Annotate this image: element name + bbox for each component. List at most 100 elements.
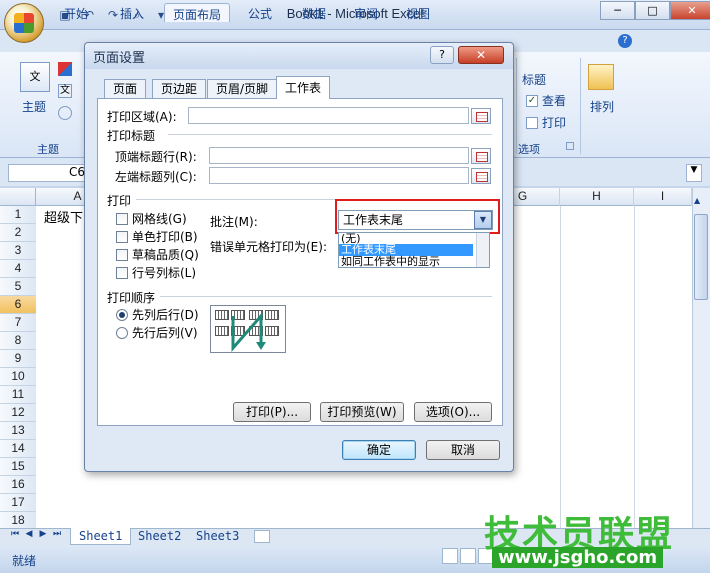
theme-colors-icon[interactable] bbox=[58, 62, 72, 76]
sheet-options-group-label: 选项 bbox=[518, 143, 540, 156]
next-sheet-icon[interactable]: ▶ bbox=[38, 529, 48, 543]
headings-print-checkbox[interactable]: 打印 bbox=[526, 114, 566, 131]
row-header[interactable]: 10 bbox=[0, 368, 36, 386]
down-then-over-radio[interactable]: 先列后行(D) bbox=[116, 306, 199, 323]
range-select-icon[interactable] bbox=[471, 148, 491, 164]
black-white-label: 单色打印(B) bbox=[132, 230, 198, 244]
headings-view-checkbox[interactable]: ✓ 查看 bbox=[526, 92, 566, 109]
tab-view[interactable]: 视图 bbox=[398, 3, 438, 22]
cancel-button[interactable]: 取消 bbox=[426, 440, 500, 460]
help-icon[interactable]: ? bbox=[618, 34, 632, 48]
headings-label: 标题 bbox=[522, 73, 547, 87]
tab-review[interactable]: 审阅 bbox=[346, 3, 386, 22]
ribbon-separator bbox=[516, 58, 517, 154]
row-header[interactable]: 8 bbox=[0, 332, 36, 350]
normal-view-icon[interactable] bbox=[442, 548, 458, 564]
dialog-help-button[interactable]: ? bbox=[430, 46, 454, 64]
tab-sheet[interactable]: 工作表 bbox=[276, 76, 331, 99]
select-all-corner[interactable] bbox=[0, 188, 36, 206]
top-rows-input[interactable] bbox=[209, 147, 469, 164]
headings-view-label: 查看 bbox=[542, 94, 567, 108]
office-logo-icon bbox=[14, 13, 34, 33]
group-divider bbox=[160, 296, 492, 297]
prev-sheet-icon[interactable]: ◀ bbox=[24, 529, 34, 543]
page-layout-view-icon[interactable] bbox=[460, 548, 476, 564]
left-cols-input[interactable] bbox=[209, 167, 469, 184]
dialog-title: 页面设置 bbox=[93, 51, 146, 66]
tab-margins[interactable]: 页边距 bbox=[152, 79, 207, 99]
headings-print-label: 打印 bbox=[542, 116, 567, 130]
group-divider bbox=[168, 134, 492, 135]
row-header[interactable]: 5 bbox=[0, 278, 36, 296]
print-preview-button[interactable]: 打印预览(W) bbox=[320, 402, 404, 422]
row-header[interactable]: 11 bbox=[0, 386, 36, 404]
first-sheet-icon[interactable]: ⏮ bbox=[10, 529, 20, 543]
close-button[interactable]: ✕ bbox=[670, 1, 710, 20]
print-button[interactable]: 打印(P)... bbox=[233, 402, 311, 422]
order-arrow-icon bbox=[231, 312, 266, 352]
arrange-button-label[interactable]: 排列 bbox=[590, 98, 614, 115]
row-header[interactable]: 17 bbox=[0, 494, 36, 512]
ok-button[interactable]: 确定 bbox=[342, 440, 416, 460]
black-white-checkbox[interactable]: 单色打印(B) bbox=[116, 228, 198, 245]
page-order-illustration bbox=[210, 305, 286, 353]
insert-sheet-icon[interactable] bbox=[254, 530, 270, 543]
dropdown-scrollbar[interactable] bbox=[476, 233, 489, 267]
row-header[interactable]: 4 bbox=[0, 260, 36, 278]
down-then-over-label: 先列后行(D) bbox=[132, 308, 199, 322]
gridlines-checkbox[interactable]: 网格线(G) bbox=[116, 210, 187, 227]
row-header[interactable]: 13 bbox=[0, 422, 36, 440]
sheet-tab-sheet3[interactable]: Sheet3 bbox=[188, 528, 247, 545]
radio-icon bbox=[116, 326, 128, 339]
cell-a1-text[interactable]: 超级下 bbox=[44, 207, 83, 226]
tab-header-footer[interactable]: 页眉/页脚 bbox=[207, 79, 278, 99]
range-select-icon[interactable] bbox=[471, 168, 491, 184]
minimize-button[interactable]: ─ bbox=[600, 1, 635, 20]
row-header[interactable]: 3 bbox=[0, 242, 36, 260]
row-header[interactable]: 1 bbox=[0, 206, 36, 224]
grid-line bbox=[560, 206, 561, 528]
column-header-i[interactable]: I bbox=[634, 188, 692, 206]
arrange-icon[interactable] bbox=[588, 64, 614, 90]
print-titles-heading: 打印标题 bbox=[107, 129, 156, 143]
row-header[interactable]: 7 bbox=[0, 314, 36, 332]
row-header-selected[interactable]: 6 bbox=[0, 296, 36, 314]
tab-page[interactable]: 页面 bbox=[104, 79, 147, 99]
row-header[interactable]: 14 bbox=[0, 440, 36, 458]
range-select-icon[interactable] bbox=[471, 108, 491, 124]
tab-insert[interactable]: 插入 bbox=[112, 3, 152, 22]
row-header[interactable]: 12 bbox=[0, 404, 36, 422]
tab-data[interactable]: 数据 bbox=[294, 3, 334, 22]
tab-page-layout[interactable]: 页面布局 bbox=[164, 3, 231, 22]
comments-label: 批注(M): bbox=[210, 215, 258, 229]
dialog-launcher-icon[interactable] bbox=[566, 142, 574, 150]
dropdown-option-as-displayed[interactable]: 如同工作表中的显示 bbox=[341, 256, 440, 268]
theme-fonts-icon[interactable]: 文 bbox=[58, 84, 72, 98]
row-col-headings-label: 行号列标(L) bbox=[132, 266, 197, 280]
over-then-down-radio[interactable]: 先行后列(V) bbox=[116, 324, 198, 341]
tab-home[interactable]: 开始 bbox=[56, 3, 96, 22]
print-area-input[interactable] bbox=[188, 107, 469, 124]
scrollbar-thumb[interactable] bbox=[694, 214, 708, 300]
scroll-up-icon[interactable]: ▲ bbox=[694, 196, 700, 205]
dialog-close-button[interactable]: ✕ bbox=[458, 46, 504, 64]
row-header[interactable]: 2 bbox=[0, 224, 36, 242]
watermark-url: www.jsgho.com bbox=[492, 547, 664, 568]
theme-effects-icon[interactable] bbox=[58, 106, 72, 120]
sheet-tab-sheet2[interactable]: Sheet2 bbox=[130, 528, 189, 545]
row-header[interactable]: 9 bbox=[0, 350, 36, 368]
row-col-headings-checkbox[interactable]: 行号列标(L) bbox=[116, 264, 196, 281]
last-sheet-icon[interactable]: ⏭ bbox=[52, 529, 62, 543]
sheet-tab-sheet1[interactable]: Sheet1 bbox=[70, 528, 132, 545]
themes-button-label[interactable]: 主题 bbox=[22, 98, 46, 115]
draft-quality-checkbox[interactable]: 草稿品质(Q) bbox=[116, 246, 199, 263]
themes-icon[interactable]: 文 bbox=[20, 62, 50, 92]
formula-expand-icon[interactable]: ▼ bbox=[686, 164, 702, 182]
grid-line bbox=[634, 206, 635, 528]
column-header-h[interactable]: H bbox=[560, 188, 634, 206]
row-header[interactable]: 16 bbox=[0, 476, 36, 494]
tab-formulas[interactable]: 公式 bbox=[240, 3, 280, 22]
row-header[interactable]: 15 bbox=[0, 458, 36, 476]
restore-button[interactable]: □ bbox=[635, 1, 670, 20]
options-button[interactable]: 选项(O)... bbox=[414, 402, 492, 422]
